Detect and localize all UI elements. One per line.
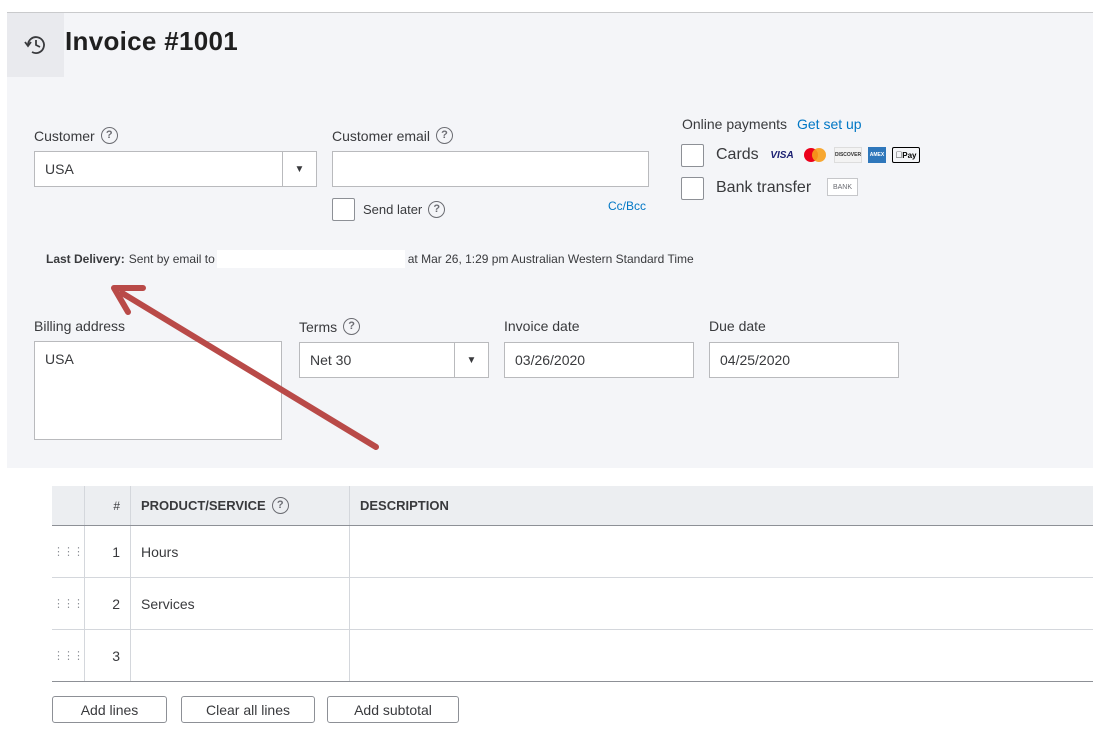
redacted-email [216, 250, 405, 268]
apple-pay-icon: Pay [892, 147, 920, 163]
terms-select[interactable]: Net 30 ▼ [299, 342, 489, 378]
drag-handle-icon[interactable]: ⋮⋮⋮ [52, 526, 85, 577]
terms-label: Terms ? [299, 318, 361, 335]
cards-label: Cards [716, 146, 759, 163]
customer-email-label: Customer email ? [332, 127, 454, 144]
description-cell[interactable] [350, 526, 1093, 577]
invoice-date-value: 03/26/2020 [515, 352, 586, 368]
card-logos: VISA DISCOVER AMEX Pay [768, 147, 920, 163]
drag-handle-icon[interactable]: ⋮⋮⋮ [52, 578, 85, 629]
table-row[interactable]: ⋮⋮⋮ 3 [52, 630, 1093, 682]
customer-label: Customer ? [34, 127, 118, 144]
header-description: DESCRIPTION [360, 498, 449, 513]
header-product-service: PRODUCT/SERVICE ? [131, 486, 350, 525]
header-drag-cell [52, 486, 85, 525]
bank-transfer-checkbox[interactable] [681, 177, 704, 200]
chevron-down-icon[interactable]: ▼ [282, 152, 316, 186]
row-number: 1 [85, 526, 131, 577]
help-icon[interactable]: ? [343, 318, 361, 335]
clear-all-lines-button[interactable]: Clear all lines [181, 696, 315, 723]
header-number: # [85, 486, 131, 525]
add-subtotal-button[interactable]: Add subtotal [327, 696, 459, 723]
help-icon[interactable]: ? [271, 497, 289, 514]
billing-address-label: Billing address [34, 318, 126, 334]
table-row[interactable]: ⋮⋮⋮ 2 Services [52, 578, 1093, 630]
history-clock-icon [23, 36, 45, 54]
invoice-date-field[interactable]: 03/26/2020 [504, 342, 694, 378]
row-number: 3 [85, 630, 131, 681]
last-delivery-suffix: at Mar 26, 1:29 pm Australian Western St… [407, 252, 694, 266]
product-cell[interactable]: Hours [131, 526, 350, 577]
last-delivery-label: Last Delivery: [46, 252, 125, 266]
last-delivery-prefix: Sent by email to [128, 252, 215, 266]
help-icon[interactable]: ? [436, 127, 454, 144]
billing-address-field[interactable]: USA [34, 341, 282, 440]
amex-icon: AMEX [868, 147, 886, 163]
table-row[interactable]: ⋮⋮⋮ 1 Hours [52, 526, 1093, 578]
terms-value: Net 30 [310, 352, 352, 368]
bank-transfer-label: Bank transfer [716, 179, 812, 196]
line-items-table: # PRODUCT/SERVICE ? DESCRIPTION ⋮⋮⋮ 1 Ho… [52, 486, 1093, 682]
page-title: Invoice #1001 [65, 26, 239, 56]
due-date-label: Due date [709, 318, 766, 334]
last-delivery-info: Last Delivery: Sent by email to at Mar 2… [46, 250, 694, 268]
cards-checkbox[interactable] [681, 144, 704, 167]
row-number: 2 [85, 578, 131, 629]
help-icon[interactable]: ? [428, 201, 446, 218]
drag-handle-icon[interactable]: ⋮⋮⋮ [52, 630, 85, 681]
description-cell[interactable] [350, 630, 1093, 681]
send-later-checkbox[interactable] [332, 198, 355, 221]
product-cell[interactable]: Services [131, 578, 350, 629]
customer-email-field[interactable] [332, 151, 649, 187]
product-cell[interactable] [131, 630, 350, 681]
cc-bcc-link[interactable]: Cc/Bcc [608, 199, 646, 213]
mastercard-icon [802, 147, 828, 163]
send-later-label: Send later ? [363, 201, 446, 218]
customer-select[interactable]: USA ▼ [34, 151, 317, 187]
add-lines-button[interactable]: Add lines [52, 696, 167, 723]
help-icon[interactable]: ? [100, 127, 118, 144]
description-cell[interactable] [350, 578, 1093, 629]
get-set-up-link[interactable]: Get set up [797, 116, 862, 132]
discover-icon: DISCOVER [834, 147, 862, 163]
due-date-value: 04/25/2020 [720, 352, 791, 368]
due-date-field[interactable]: 04/25/2020 [709, 342, 899, 378]
table-header: # PRODUCT/SERVICE ? DESCRIPTION [52, 486, 1093, 526]
customer-value: USA [45, 161, 74, 177]
visa-icon: VISA [770, 149, 794, 161]
online-payments-label: Online payments [682, 116, 788, 132]
chevron-down-icon[interactable]: ▼ [454, 343, 488, 377]
bank-icon: BANK [827, 178, 858, 196]
invoice-date-label: Invoice date [504, 318, 580, 334]
history-button[interactable] [7, 13, 64, 77]
